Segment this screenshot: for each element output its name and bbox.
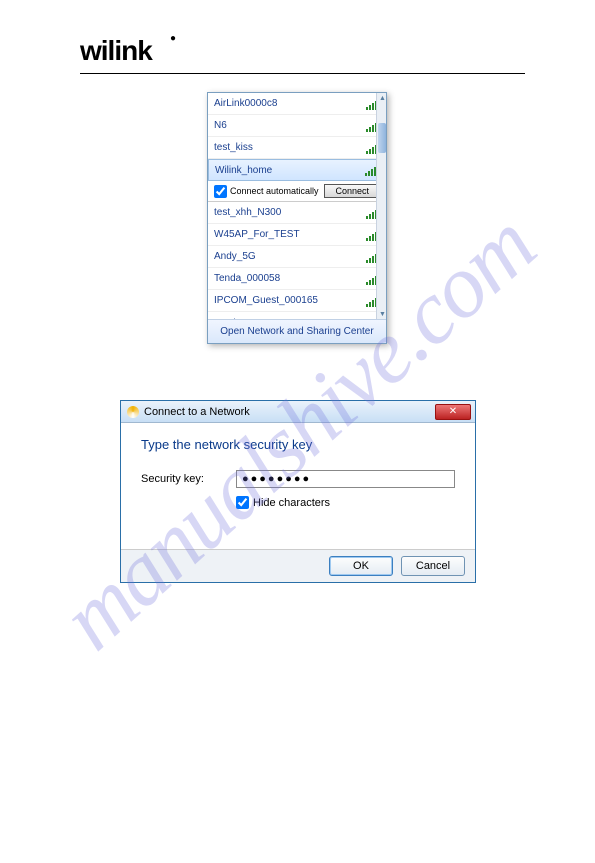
- wifi-network-name: AirLink0000c8: [214, 98, 277, 109]
- dialog-button-row: OK Cancel: [121, 549, 475, 582]
- scroll-thumb[interactable]: [378, 123, 386, 153]
- close-button[interactable]: ✕: [435, 404, 471, 420]
- security-key-label: Security key:: [141, 473, 236, 485]
- logo-decoration: ●: [170, 33, 176, 44]
- wifi-network-name: Wilink_home: [215, 165, 272, 176]
- scroll-down-icon[interactable]: ▼: [379, 311, 385, 317]
- connect-button[interactable]: Connect: [324, 184, 380, 198]
- cancel-button[interactable]: Cancel: [401, 556, 465, 576]
- wifi-network-item[interactable]: test_kiss: [208, 137, 386, 159]
- wifi-network-name: W45AP_For_TEST: [214, 229, 300, 240]
- wifi-network-item[interactable]: Andy_5G: [208, 246, 386, 268]
- wifi-network-name: N6: [214, 120, 227, 131]
- wifi-network-name: test_xhh_N300: [214, 207, 281, 218]
- wifi-network-name: Andy_5G: [214, 251, 256, 262]
- wifi-network-name: Tenda_0000B0: [214, 318, 281, 320]
- wifi-network-item[interactable]: test_xhh_N300: [208, 202, 386, 224]
- security-key-dialog: Connect to a Network ✕ Type the network …: [120, 400, 476, 583]
- scroll-up-icon[interactable]: ▲: [379, 95, 385, 101]
- wifi-network-name: test_kiss: [214, 142, 253, 153]
- wifi-flyout: AirLink0000c8 N6 test_kiss Wilink_home Conne…: [207, 92, 387, 344]
- wifi-network-item[interactable]: N6: [208, 115, 386, 137]
- page-header: wilink ●: [80, 35, 525, 74]
- wifi-network-name: Tenda_000058: [214, 273, 280, 284]
- connect-automatically-label: Connect automatically: [230, 186, 319, 196]
- wifi-network-item[interactable]: IPCOM_Guest_000165: [208, 290, 386, 312]
- security-key-input[interactable]: [236, 470, 455, 488]
- open-network-center-link[interactable]: Open Network and Sharing Center: [208, 319, 386, 343]
- close-icon: ✕: [449, 406, 457, 417]
- wifi-network-name: IPCOM_Guest_000165: [214, 295, 318, 306]
- scrollbar[interactable]: ▲ ▼: [376, 93, 386, 319]
- network-icon: [127, 406, 139, 418]
- wifi-network-item[interactable]: Tenda_0000B0: [208, 312, 386, 319]
- ok-button[interactable]: OK: [329, 556, 393, 576]
- dialog-titlebar: Connect to a Network ✕: [121, 401, 475, 423]
- dialog-heading: Type the network security key: [141, 437, 455, 452]
- dialog-title: Connect to a Network: [144, 406, 250, 418]
- hide-characters-checkbox[interactable]: [236, 496, 249, 509]
- wifi-network-item[interactable]: Tenda_000058: [208, 268, 386, 290]
- brand-logo: wilink: [80, 35, 525, 67]
- dialog-body: Type the network security key Security k…: [121, 423, 475, 549]
- connect-row: Connect automatically Connect: [208, 181, 386, 202]
- wifi-network-item[interactable]: Wilink_home: [208, 159, 386, 181]
- wifi-network-item[interactable]: AirLink0000c8: [208, 93, 386, 115]
- hide-characters-label: Hide characters: [253, 497, 330, 509]
- wifi-network-item[interactable]: W45AP_For_TEST: [208, 224, 386, 246]
- wifi-list: AirLink0000c8 N6 test_kiss Wilink_home Conne…: [208, 93, 386, 319]
- connect-automatically-checkbox[interactable]: [214, 185, 227, 198]
